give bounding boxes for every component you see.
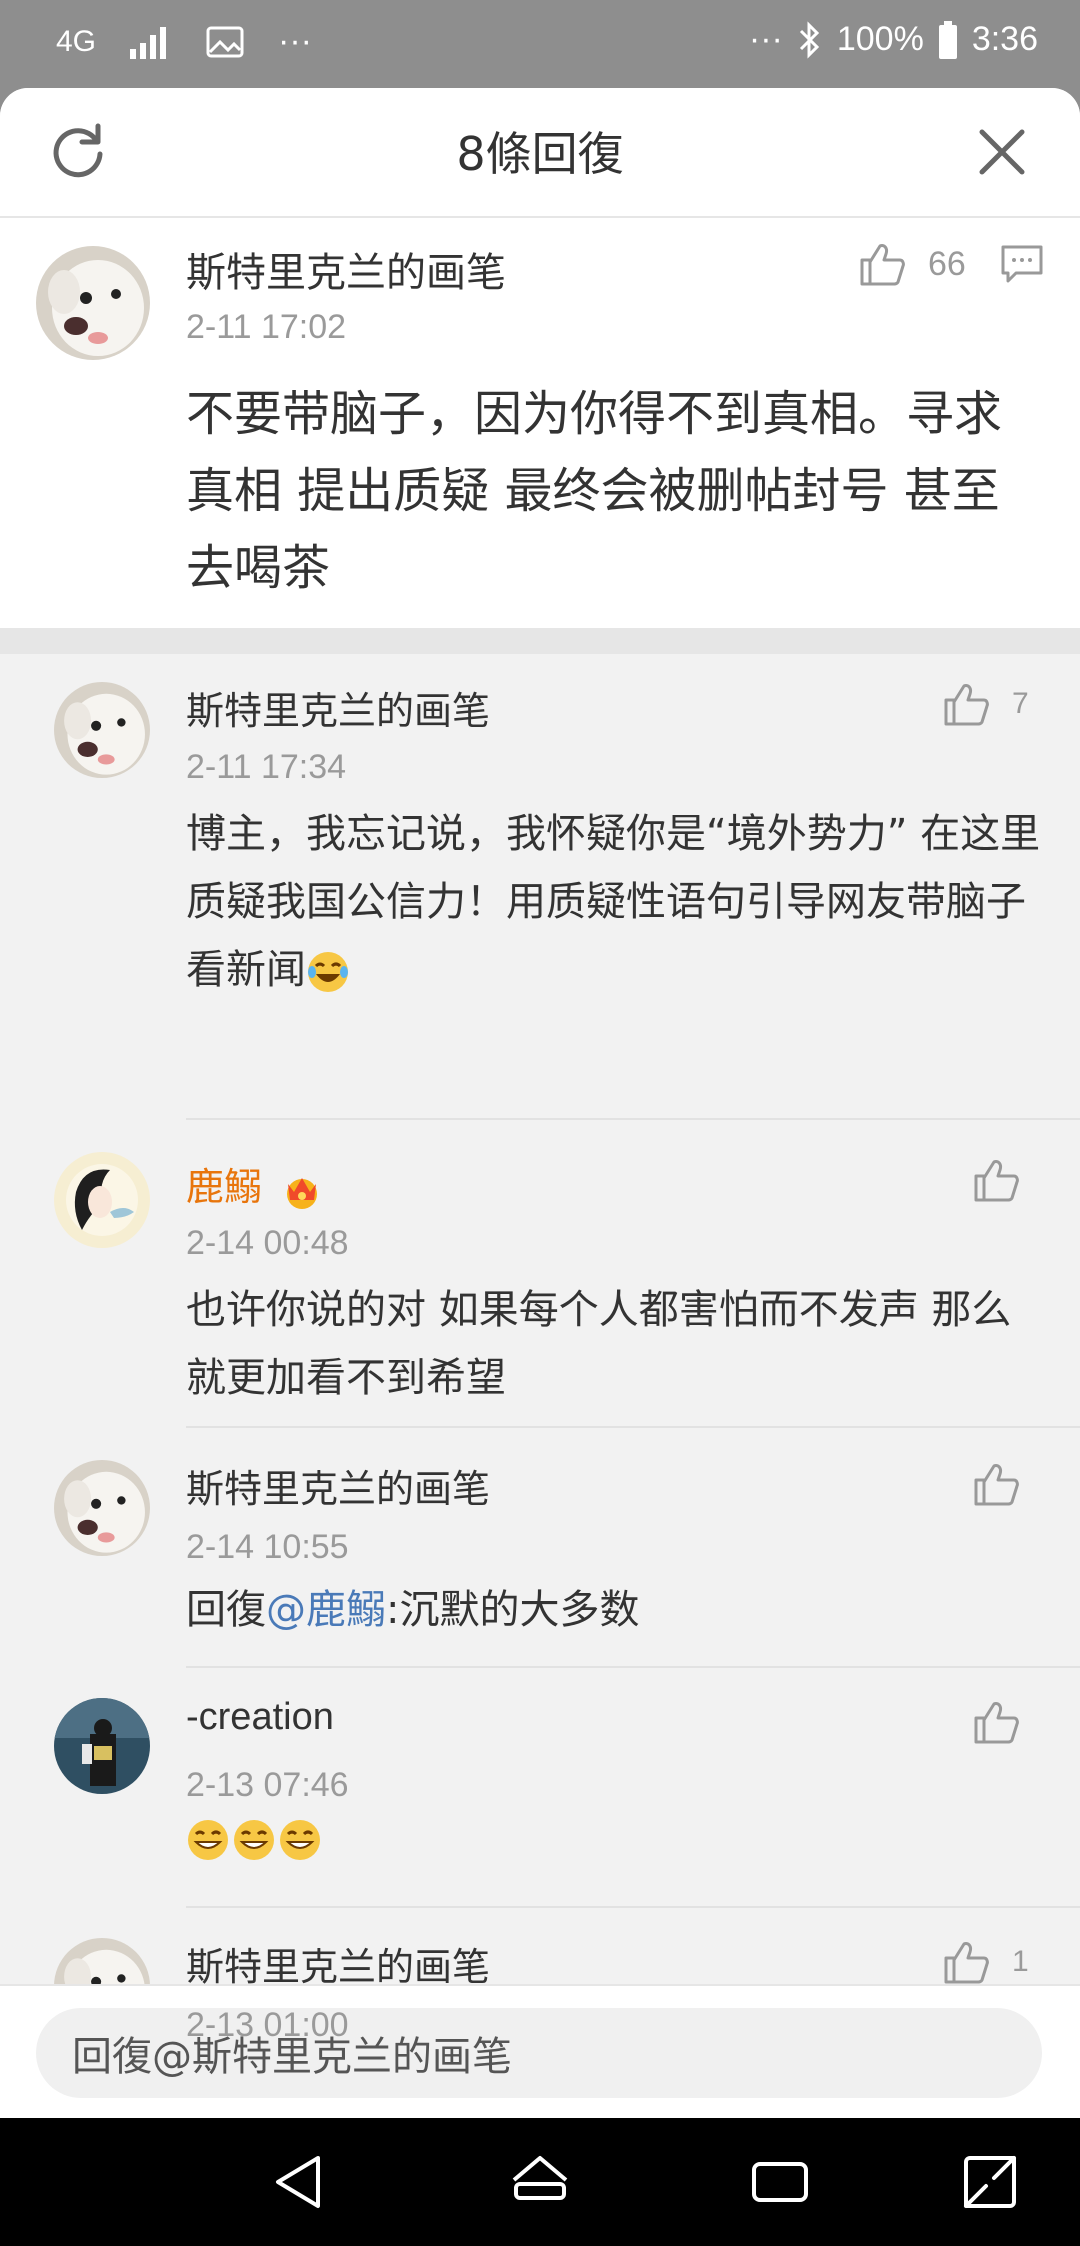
- avatar[interactable]: [54, 1698, 150, 1794]
- reply-time: 2-13 01:00: [186, 2006, 349, 2044]
- avatar[interactable]: [36, 246, 150, 360]
- thumbs-up-icon: [974, 1702, 1019, 1744]
- reply-prefix: 回復: [186, 1587, 266, 1633]
- reply-content: 博主，我忘记说，我怀疑你是“境外势力” 在这里质疑我国公信力！用质疑性语句引导网…: [186, 800, 1046, 1004]
- expand-icon: [964, 2156, 1016, 2208]
- sheet-header: 8條回復: [0, 88, 1080, 218]
- comment-username[interactable]: 斯特里克兰的画笔: [186, 240, 506, 298]
- thumbs-up-icon: [860, 244, 905, 286]
- clock: 3:36: [971, 20, 1038, 58]
- comment-content: 不要带脑子，因为你得不到真相。寻求真相 提出质疑 最终会被删帖封号 甚至去喝茶: [186, 386, 1003, 596]
- more-indicator: ···: [748, 20, 783, 58]
- comment-time: 2-11 17:02: [186, 308, 347, 346]
- sheet-title: 8條回復: [456, 127, 624, 181]
- reply-username[interactable]: -creation: [186, 1696, 334, 1739]
- image-notification-icon: [206, 26, 244, 57]
- reply-username[interactable]: 斯特里克兰的画笔: [186, 680, 490, 735]
- like-button[interactable]: [972, 1460, 1020, 1508]
- comments-sheet: 8條回復 斯特里克兰的画笔 2-11 17:02 66 不要带脑子，因为你得不到…: [0, 88, 1080, 2118]
- reply-item: 鹿鰯 2-14 00:48 也许你说的对 如果每个人都害怕而不发声 那么就更加看…: [0, 1120, 1080, 1428]
- grin-emoji-icon: [280, 1820, 320, 1860]
- like-count: 7: [1012, 687, 1029, 720]
- dog-avatar-icon: [36, 246, 150, 360]
- recent-apps-button[interactable]: [748, 2150, 812, 2214]
- reply-content: [186, 1818, 1046, 1862]
- reply-item: -creation 2-13 07:46: [0, 1668, 1080, 1908]
- back-button[interactable]: [268, 2150, 332, 2214]
- reply-bar: 回復@斯特里克兰的画笔: [0, 1984, 1080, 2118]
- thumbs-up-icon: [944, 684, 989, 726]
- like-button[interactable]: [972, 1698, 1020, 1746]
- reply-content: 也许你说的对 如果每个人都害怕而不发声 那么就更加看不到希望: [186, 1287, 1012, 1401]
- thumbs-up-icon: [974, 1464, 1019, 1506]
- grin-emoji-icon: [188, 1820, 228, 1860]
- fullscreen-button[interactable]: [958, 2150, 1022, 2214]
- mention-link[interactable]: @鹿鰯: [266, 1587, 386, 1633]
- like-button[interactable]: 7: [942, 680, 1029, 728]
- reply-item: 斯特里克兰的画笔 2-14 10:55 回復@鹿鰯:沉默的大多数: [0, 1428, 1080, 1668]
- reply-content: 回復@鹿鰯:沉默的大多数: [186, 1576, 1046, 1644]
- reply-username[interactable]: 斯特里克兰的画笔: [186, 1936, 490, 1991]
- more-notifications: ···: [278, 22, 312, 60]
- network-indicator: 4G: [56, 24, 97, 58]
- recent-apps-icon: [752, 2162, 808, 2202]
- comment-bubble-icon: [1001, 245, 1043, 283]
- reply-item: 斯特里克兰的画笔 2-11 17:34 7 博主，我忘记说，我怀疑你是“境外势力…: [0, 654, 1080, 1120]
- reply-time: 2-13 07:46: [186, 1766, 349, 1804]
- like-count: 1: [1012, 1945, 1029, 1978]
- grin-emoji-icon: [234, 1820, 274, 1860]
- photo-avatar-icon: [54, 1698, 150, 1794]
- reply-suffix: :沉默的大多数: [386, 1587, 640, 1633]
- home-button[interactable]: [508, 2150, 572, 2214]
- reply-comment-button[interactable]: [1000, 244, 1044, 288]
- reply-time: 2-11 17:34: [186, 748, 347, 786]
- reply-username[interactable]: 鹿鰯: [186, 1156, 324, 1211]
- avatar[interactable]: [54, 682, 150, 778]
- section-divider: [0, 628, 1080, 654]
- reply-time: 2-14 00:48: [186, 1224, 349, 1262]
- laughing-tears-emoji-icon: [308, 952, 348, 992]
- reply-username[interactable]: 斯特里克兰的画笔: [186, 1458, 490, 1513]
- signal-icon: [130, 26, 167, 59]
- like-button[interactable]: [972, 1156, 1020, 1204]
- back-triangle-icon: [276, 2156, 320, 2208]
- close-icon: [979, 129, 1025, 175]
- illustrated-girl-avatar-icon: [54, 1152, 150, 1248]
- avatar[interactable]: [54, 1152, 150, 1248]
- like-button[interactable]: 1: [942, 1938, 1029, 1986]
- avatar[interactable]: [54, 1460, 150, 1556]
- close-button[interactable]: [970, 120, 1034, 184]
- reply-item: 斯特里克兰的画笔 1: [0, 1908, 1080, 2034]
- like-button[interactable]: 66: [858, 240, 966, 288]
- status-bar: 4G ··· ··· 100% 3:36: [0, 0, 1080, 88]
- bluetooth-icon: [799, 20, 819, 59]
- main-comment: 斯特里克兰的画笔 2-11 17:02 66 不要带脑子，因为你得不到真相。寻求…: [0, 218, 1080, 628]
- home-icon: [512, 2156, 568, 2200]
- thumbs-up-icon: [944, 1942, 989, 1984]
- battery-percent: 100%: [836, 20, 924, 58]
- dog-avatar-icon: [54, 682, 150, 778]
- like-count: 66: [928, 244, 966, 283]
- crown-badge-icon: [287, 1177, 318, 1209]
- thumbs-up-icon: [974, 1160, 1019, 1202]
- reply-username-text: 鹿鰯: [186, 1165, 263, 1209]
- navigation-bar: [0, 2118, 1080, 2246]
- reply-time: 2-14 10:55: [186, 1528, 349, 1566]
- battery-icon: [938, 20, 957, 59]
- dog-avatar-icon: [54, 1460, 150, 1556]
